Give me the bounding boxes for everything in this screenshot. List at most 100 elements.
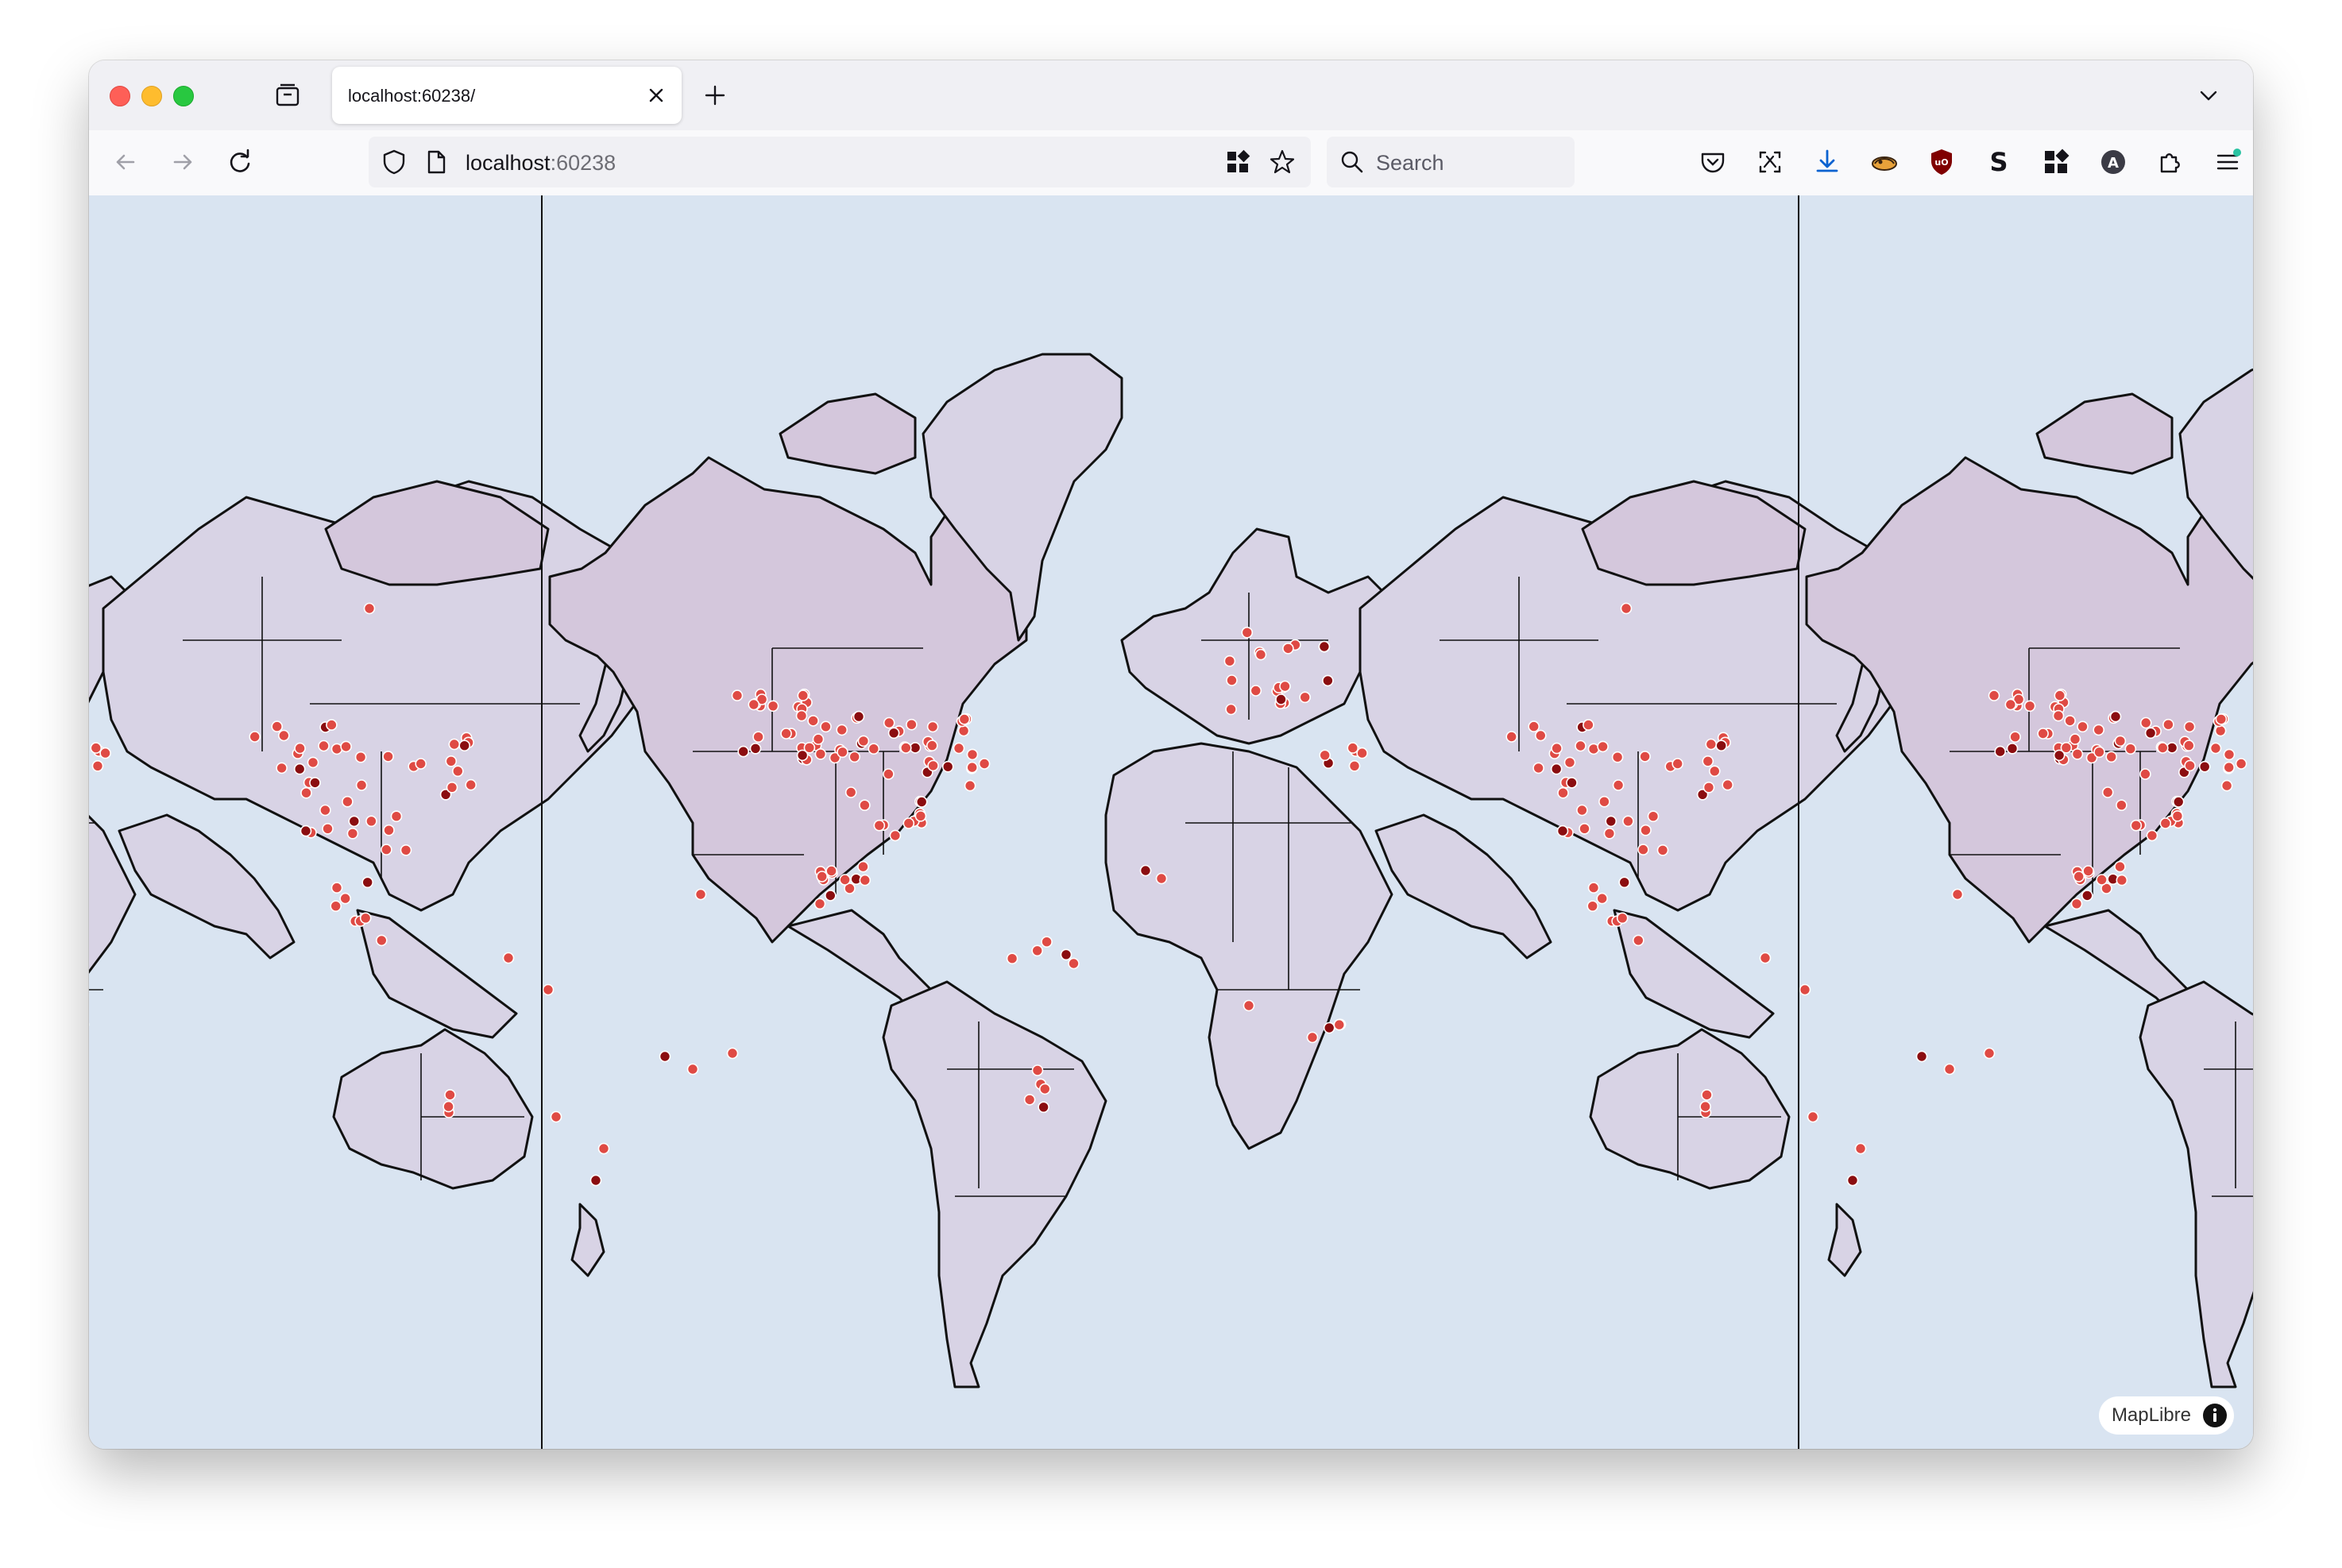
land-europe xyxy=(1120,527,1393,745)
map-marker xyxy=(1586,900,1598,913)
map-marker xyxy=(448,738,461,751)
tab-list-icon[interactable] xyxy=(273,81,302,110)
svg-text:uO: uO xyxy=(1934,157,1948,168)
map-marker xyxy=(452,765,464,778)
map-marker xyxy=(848,751,861,763)
url-bar[interactable]: localhost:60238 xyxy=(369,137,1311,187)
extension-icon[interactable] xyxy=(1869,146,1900,178)
land-new-zealand xyxy=(1827,1203,1862,1277)
map-marker xyxy=(2124,743,2137,755)
map-marker xyxy=(1306,1031,1319,1044)
map-marker xyxy=(354,751,367,763)
map-marker xyxy=(309,777,321,789)
window-close-button[interactable] xyxy=(110,86,130,106)
map-marker xyxy=(502,952,515,964)
map-marker xyxy=(1155,872,1168,885)
puzzle-icon[interactable] xyxy=(2155,146,2186,178)
map-attribution[interactable]: MapLibre xyxy=(2098,1396,2234,1435)
map-marker xyxy=(1023,1094,1036,1106)
info-icon[interactable] xyxy=(2202,1403,2228,1428)
map-marker xyxy=(1505,731,1517,743)
grid-icon[interactable] xyxy=(2040,146,2072,178)
map-marker xyxy=(1575,740,1586,752)
map-marker xyxy=(2214,724,2227,737)
map-marker xyxy=(361,876,373,889)
search-bar[interactable]: Search xyxy=(1327,137,1575,187)
s-extension-icon[interactable]: S xyxy=(1983,146,2015,178)
tab-title: localhost:60238/ xyxy=(348,86,476,106)
map-marker xyxy=(390,810,403,823)
map-marker xyxy=(752,731,764,743)
map-marker xyxy=(1323,1022,1335,1034)
map-marker xyxy=(2077,720,2089,733)
tab-bar: localhost:60238/ xyxy=(89,60,2253,130)
chevron-down-icon[interactable] xyxy=(2196,83,2221,108)
page-icon[interactable] xyxy=(424,149,448,175)
reload-icon[interactable] xyxy=(224,146,256,178)
map-marker xyxy=(2171,809,2184,822)
map-marker xyxy=(2093,724,2105,736)
map-marker xyxy=(90,742,102,754)
map-marker xyxy=(883,716,895,729)
map-marker xyxy=(542,983,555,996)
map-marker xyxy=(2109,710,2122,723)
close-icon[interactable] xyxy=(645,84,667,106)
map-marker xyxy=(1951,888,1964,901)
map-marker xyxy=(1983,1047,1996,1060)
window-minimize-button[interactable] xyxy=(141,86,162,106)
plus-icon[interactable] xyxy=(702,83,728,108)
shield-icon[interactable] xyxy=(380,148,408,176)
map-marker xyxy=(957,724,970,737)
map-marker xyxy=(348,815,361,828)
svg-text:S: S xyxy=(1989,147,2008,177)
map-marker xyxy=(1006,952,1018,965)
map-marker xyxy=(1656,844,1669,856)
world-map[interactable] xyxy=(89,195,2253,1449)
map-marker xyxy=(2004,698,2017,711)
map-marker xyxy=(694,888,707,901)
ublock-icon[interactable]: uO xyxy=(1926,146,1957,178)
map-marker xyxy=(814,747,827,760)
map-marker xyxy=(814,898,826,910)
map-marker xyxy=(824,890,837,902)
map-marker xyxy=(2139,716,2152,729)
map-marker xyxy=(2184,759,2196,772)
map-marker xyxy=(1671,758,1683,770)
map-marker xyxy=(319,804,331,817)
map-marker xyxy=(1322,674,1334,687)
land-australia xyxy=(1589,1028,1791,1190)
tab-active[interactable]: localhost:60238/ xyxy=(332,67,682,124)
hamburger-menu-icon[interactable] xyxy=(2212,146,2243,178)
star-icon[interactable] xyxy=(1268,148,1297,176)
pocket-icon[interactable] xyxy=(1697,146,1729,178)
map-canvas[interactable]: MapLibre xyxy=(89,195,2253,1449)
map-marker xyxy=(2130,819,2143,832)
map-marker xyxy=(2114,735,2127,747)
map-marker xyxy=(1031,944,1043,957)
map-marker xyxy=(926,720,939,733)
map-marker xyxy=(1612,779,1625,791)
map-marker xyxy=(1226,674,1238,686)
window-maximize-button[interactable] xyxy=(173,86,194,106)
account-icon[interactable]: A xyxy=(2097,146,2129,178)
screenshot-icon[interactable] xyxy=(1754,146,1786,178)
map-marker xyxy=(1701,1089,1713,1101)
map-marker xyxy=(365,815,377,828)
map-marker xyxy=(807,715,819,727)
grid-icon[interactable] xyxy=(1225,149,1250,175)
world-copy-2 xyxy=(1805,368,2253,1388)
map-marker xyxy=(2081,890,2093,902)
map-marker xyxy=(927,759,939,772)
map-marker xyxy=(1535,729,1547,742)
download-icon[interactable] xyxy=(1811,146,1843,178)
arrow-left-icon[interactable] xyxy=(110,146,141,178)
map-marker xyxy=(2052,709,2065,722)
land-southeast-asia xyxy=(356,909,518,1039)
map-marker xyxy=(2209,742,2222,755)
map-marker xyxy=(294,742,306,755)
map-marker xyxy=(342,795,354,808)
arrow-right-icon[interactable] xyxy=(167,146,199,178)
map-marker xyxy=(318,740,330,752)
map-marker xyxy=(1640,824,1652,836)
map-marker xyxy=(857,735,870,747)
